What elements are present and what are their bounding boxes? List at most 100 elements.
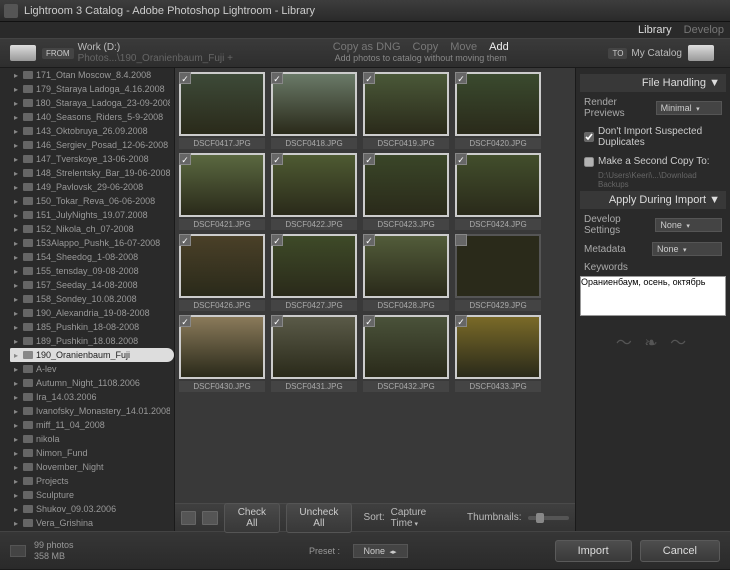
folder-item[interactable]: ▸153Alappo_Pushk_16-07-2008: [0, 236, 174, 250]
folder-item[interactable]: ▸189_Pushkin_18.08.2008: [0, 334, 174, 348]
thumbnail[interactable]: ✓DSCF0419.JPG: [363, 72, 449, 149]
thumb-checkbox[interactable]: ✓: [179, 315, 191, 327]
folder-item[interactable]: ▸158_Sondey_10.08.2008: [0, 292, 174, 306]
disclosure-arrow[interactable]: ▸: [14, 491, 20, 500]
disclosure-arrow[interactable]: ▸: [14, 99, 20, 108]
folder-item[interactable]: ▸140_Seasons_Riders_5-9-2008: [0, 110, 174, 124]
action-add[interactable]: Add: [489, 42, 509, 53]
folder-item[interactable]: ▸Ira_14.03.2006: [0, 390, 174, 404]
folder-item[interactable]: ▸179_Staraya Ladoga_4.16.2008: [0, 82, 174, 96]
render-previews-dropdown[interactable]: Minimal ▾: [656, 101, 722, 115]
module-develop[interactable]: Develop: [684, 24, 724, 36]
disclosure-arrow[interactable]: ▸: [14, 113, 20, 122]
folder-item[interactable]: ▸148_Strelentsky_Bar_19-06-2008: [0, 166, 174, 180]
disclosure-arrow[interactable]: ▸: [14, 351, 20, 360]
action-copy[interactable]: Copy: [413, 42, 439, 53]
grid-view-button[interactable]: [181, 511, 196, 525]
sort-dropdown[interactable]: Capture Time▾: [391, 507, 445, 529]
folder-item[interactable]: ▸154_Sheedog_1-08-2008: [0, 250, 174, 264]
disclosure-arrow[interactable]: ▸: [14, 295, 20, 304]
thumbnail-size-slider[interactable]: [528, 516, 570, 520]
loupe-view-button[interactable]: [202, 511, 217, 525]
folder-item[interactable]: ▸miff_11_04_2008: [0, 418, 174, 432]
folder-item[interactable]: ▸180_Staraya_Ladoga_23-09-2008: [0, 96, 174, 110]
uncheck-all-button[interactable]: Uncheck All: [286, 503, 351, 533]
thumbnail[interactable]: ✓DSCF0432.JPG: [363, 315, 449, 392]
disclosure-arrow[interactable]: ▸: [14, 197, 20, 206]
thumb-checkbox[interactable]: ✓: [271, 315, 283, 327]
disclosure-arrow[interactable]: ▸: [14, 323, 20, 332]
folder-item[interactable]: ▸November_Night: [0, 460, 174, 474]
disclosure-arrow[interactable]: ▸: [14, 281, 20, 290]
thumbnail[interactable]: ✓DSCF0433.JPG: [455, 315, 541, 392]
thumb-checkbox[interactable]: ✓: [179, 153, 191, 165]
disclosure-arrow[interactable]: ▸: [14, 435, 20, 444]
folder-item[interactable]: ▸nikola: [0, 432, 174, 446]
disclosure-arrow[interactable]: ▸: [14, 449, 20, 458]
thumbnail-grid[interactable]: ✓DSCF0417.JPG✓DSCF0418.JPG✓DSCF0419.JPG✓…: [175, 68, 575, 503]
module-library[interactable]: Library: [638, 24, 672, 36]
disclosure-arrow[interactable]: ▸: [14, 71, 20, 80]
thumbnail[interactable]: ✓DSCF0422.JPG: [271, 153, 357, 230]
folder-item[interactable]: ▸Nimon_Fund: [0, 446, 174, 460]
disclosure-arrow[interactable]: ▸: [14, 169, 20, 178]
disclosure-arrow[interactable]: ▸: [14, 337, 20, 346]
thumb-checkbox[interactable]: ✓: [271, 72, 283, 84]
disclosure-arrow[interactable]: ▸: [14, 505, 20, 514]
cancel-button[interactable]: Cancel: [640, 540, 720, 562]
metadata-dropdown[interactable]: None ▾: [652, 242, 722, 256]
folder-item[interactable]: ▸143_Oktobruya_26.09.2008: [0, 124, 174, 138]
disclosure-arrow[interactable]: ▸: [14, 85, 20, 94]
import-button[interactable]: Import: [555, 540, 632, 562]
disclosure-arrow[interactable]: ▸: [14, 519, 20, 528]
thumb-checkbox[interactable]: ✓: [271, 153, 283, 165]
thumbnail[interactable]: ✓DSCF0426.JPG: [179, 234, 265, 311]
folder-item[interactable]: ▸Ivanofsky_Monastery_14.01.2008: [0, 404, 174, 418]
action-copy-dng[interactable]: Copy as DNG: [333, 42, 401, 53]
file-handling-header[interactable]: File Handling ▼: [580, 74, 726, 92]
source-name[interactable]: Work (D:): [78, 42, 233, 53]
develop-settings-dropdown[interactable]: None ▾: [655, 218, 722, 232]
keywords-input[interactable]: [580, 276, 726, 316]
thumb-checkbox[interactable]: ✓: [179, 234, 191, 246]
folder-item[interactable]: ▸151_JulyNights_19.07.2008: [0, 208, 174, 222]
disclosure-arrow[interactable]: ▸: [14, 379, 20, 388]
folder-item[interactable]: ▸190_Oranienbaum_Fuji: [10, 348, 174, 362]
thumb-checkbox[interactable]: ✓: [363, 153, 375, 165]
thumbnail[interactable]: ✓DSCF0424.JPG: [455, 153, 541, 230]
folder-item[interactable]: ▸Sculpture: [0, 488, 174, 502]
disclosure-arrow[interactable]: ▸: [14, 407, 20, 416]
dest-name[interactable]: My Catalog: [631, 48, 682, 59]
folder-item[interactable]: ▸Vera_Grishina: [0, 516, 174, 530]
thumbnail[interactable]: ✓DSCF0430.JPG: [179, 315, 265, 392]
thumb-checkbox[interactable]: ✓: [363, 72, 375, 84]
disclosure-arrow[interactable]: ▸: [14, 155, 20, 164]
folder-item[interactable]: ▸185_Pushkin_18-08-2008: [0, 320, 174, 334]
folder-item[interactable]: ▸Shukov_09.03.2006: [0, 502, 174, 516]
folder-item[interactable]: ▸146_Sergiev_Posad_12-06-2008: [0, 138, 174, 152]
folder-item[interactable]: ▸150_Tokar_Reva_06-06-2008: [0, 194, 174, 208]
thumbnail[interactable]: DSCF0429.JPG: [455, 234, 541, 311]
thumbnail[interactable]: ✓DSCF0431.JPG: [271, 315, 357, 392]
apply-during-import-header[interactable]: Apply During Import ▼: [580, 191, 726, 209]
folder-item[interactable]: ▸155_tensday_09-08-2008: [0, 264, 174, 278]
folder-item[interactable]: ▸190_Alexandria_19-08-2008: [0, 306, 174, 320]
folder-item[interactable]: ▸Willful_Child: [0, 530, 174, 531]
folder-item[interactable]: ▸157_Seeday_14-08-2008: [0, 278, 174, 292]
disclosure-arrow[interactable]: ▸: [14, 477, 20, 486]
disclosure-arrow[interactable]: ▸: [14, 239, 20, 248]
disclosure-arrow[interactable]: ▸: [14, 463, 20, 472]
thumbnail[interactable]: ✓DSCF0428.JPG: [363, 234, 449, 311]
disclosure-arrow[interactable]: ▸: [14, 127, 20, 136]
thumbnail[interactable]: ✓DSCF0418.JPG: [271, 72, 357, 149]
disclosure-arrow[interactable]: ▸: [14, 309, 20, 318]
thumbnail[interactable]: ✓DSCF0417.JPG: [179, 72, 265, 149]
thumb-checkbox[interactable]: ✓: [363, 234, 375, 246]
thumb-checkbox[interactable]: ✓: [271, 234, 283, 246]
folder-item[interactable]: ▸149_Pavlovsk_29-06-2008: [0, 180, 174, 194]
no-duplicates-checkbox[interactable]: [584, 132, 594, 142]
thumbnail[interactable]: ✓DSCF0423.JPG: [363, 153, 449, 230]
disclosure-arrow[interactable]: ▸: [14, 211, 20, 220]
disclosure-arrow[interactable]: ▸: [14, 267, 20, 276]
disclosure-arrow[interactable]: ▸: [14, 393, 20, 402]
